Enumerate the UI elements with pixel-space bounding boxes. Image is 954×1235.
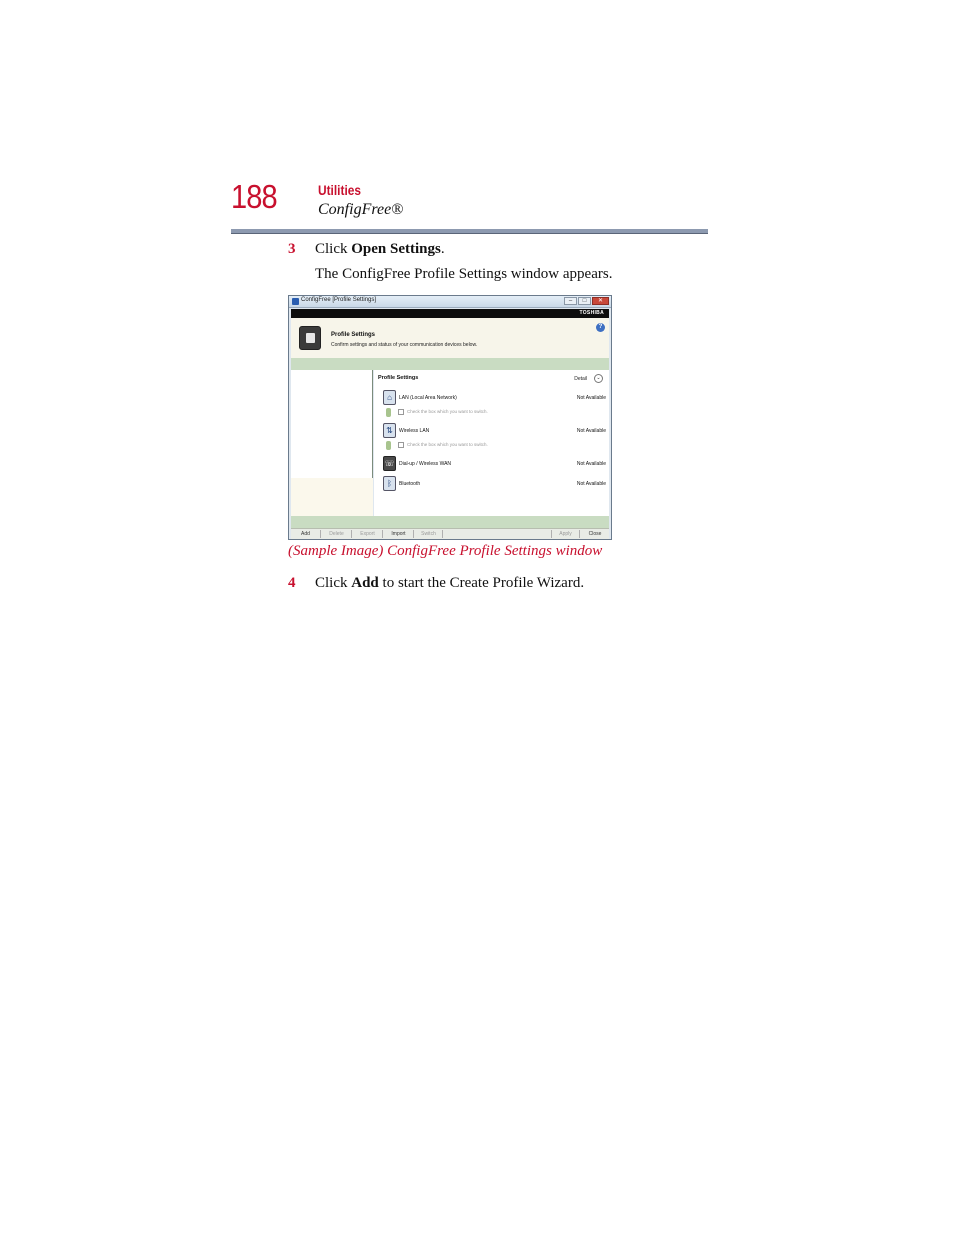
- step-3-number: 3: [288, 241, 296, 257]
- header-rule: [231, 229, 708, 234]
- bluetooth-icon: ᛒ: [383, 476, 396, 491]
- device-status: Not Available: [576, 481, 606, 487]
- switch-icon: [386, 408, 391, 417]
- step-3-note: The ConfigFree Profile Settings window a…: [315, 266, 613, 282]
- window-controls: – □ ✕: [564, 297, 609, 305]
- configfree-window-screenshot: ConfigFree [Profile Settings] – □ ✕ TOSH…: [288, 295, 612, 540]
- window-title: ConfigFree [Profile Settings]: [301, 297, 377, 303]
- step-4-post: to start the Create Profile Wizard.: [378, 575, 585, 591]
- device-status: Not Available: [576, 428, 606, 434]
- switch-button[interactable]: Switch: [415, 530, 443, 538]
- switch-row: Check the box which you want to switch.: [378, 441, 578, 451]
- button-bar: Add Delete Export Import Switch Apply Cl…: [291, 528, 609, 539]
- brand-bar: TOSHIBA: [291, 309, 609, 318]
- profile-list-footer: [291, 478, 373, 516]
- device-row[interactable]: ⌂ LAN (Local Area Network) Not Available: [378, 390, 606, 406]
- profile-list-pane[interactable]: [291, 370, 373, 516]
- detail-label: Detail: [574, 376, 587, 382]
- device-name: Bluetooth: [399, 481, 421, 487]
- pane-title: Profile Settings: [378, 375, 419, 381]
- step-4-bold: Add: [351, 575, 379, 591]
- switch-icon: [386, 441, 391, 450]
- green-separator: [291, 358, 609, 370]
- device-row[interactable]: ᛒ Bluetooth Not Available: [378, 476, 606, 492]
- device-status: Not Available: [576, 461, 606, 467]
- profile-settings-icon: [299, 326, 321, 350]
- app-icon: [292, 298, 299, 305]
- step-3-text: Click Open Settings.: [315, 241, 445, 258]
- banner: Profile Settings Confirm settings and st…: [291, 318, 609, 358]
- add-button[interactable]: Add: [291, 530, 321, 538]
- device-status: Not Available: [576, 395, 606, 401]
- step-4-text: Click Add to start the Create Profile Wi…: [315, 575, 584, 592]
- banner-title: Profile Settings: [331, 332, 376, 338]
- step-4-number: 4: [288, 575, 296, 591]
- banner-description: Confirm settings and status of your comm…: [331, 342, 478, 348]
- device-name: LAN (Local Area Network): [399, 395, 457, 401]
- step-3-pre: Click: [315, 241, 352, 257]
- device-name: Dial-up / Wireless WAN: [399, 461, 452, 467]
- close-icon[interactable]: ✕: [592, 297, 609, 305]
- step-4-pre: Click: [315, 575, 352, 591]
- maximize-icon[interactable]: □: [578, 297, 591, 305]
- page-number: 188: [231, 178, 278, 215]
- section-title: Utilities: [318, 182, 361, 198]
- figure-caption: (Sample Image) ConfigFree Profile Settin…: [288, 543, 603, 559]
- close-button[interactable]: Close: [581, 530, 609, 538]
- switch-hint: Check the box which you want to switch.: [407, 442, 488, 447]
- dialup-icon: ☏: [383, 456, 396, 471]
- switch-checkbox[interactable]: [398, 409, 404, 415]
- step-3-bold: Open Settings: [351, 241, 441, 257]
- subsection-title: ConfigFree®: [318, 201, 404, 218]
- export-button[interactable]: Export: [353, 530, 383, 538]
- lan-icon: ⌂: [383, 390, 396, 405]
- device-row[interactable]: ⇅ Wireless LAN Not Available: [378, 423, 606, 439]
- apply-button[interactable]: Apply: [551, 530, 580, 538]
- device-name: Wireless LAN: [399, 428, 430, 434]
- chevron-down-icon[interactable]: ⌄: [594, 374, 603, 383]
- profile-settings-pane: Profile Settings Detail ⌄ ⌂ LAN (Local A…: [374, 370, 609, 516]
- brand-logo: TOSHIBA: [579, 310, 604, 316]
- switch-hint: Check the box which you want to switch.: [407, 409, 488, 414]
- import-button[interactable]: Import: [384, 530, 414, 538]
- step-3-post: .: [440, 241, 445, 257]
- window-titlebar: ConfigFree [Profile Settings] – □ ✕: [289, 296, 611, 308]
- wireless-lan-icon: ⇅: [383, 423, 396, 438]
- delete-button[interactable]: Delete: [322, 530, 352, 538]
- green-separator-bottom: [291, 516, 609, 528]
- device-row[interactable]: ☏ Dial-up / Wireless WAN Not Available: [378, 456, 606, 472]
- switch-checkbox[interactable]: [398, 442, 404, 448]
- switch-row: Check the box which you want to switch.: [378, 408, 578, 418]
- help-icon[interactable]: ?: [596, 323, 605, 332]
- minimize-icon[interactable]: –: [564, 297, 577, 305]
